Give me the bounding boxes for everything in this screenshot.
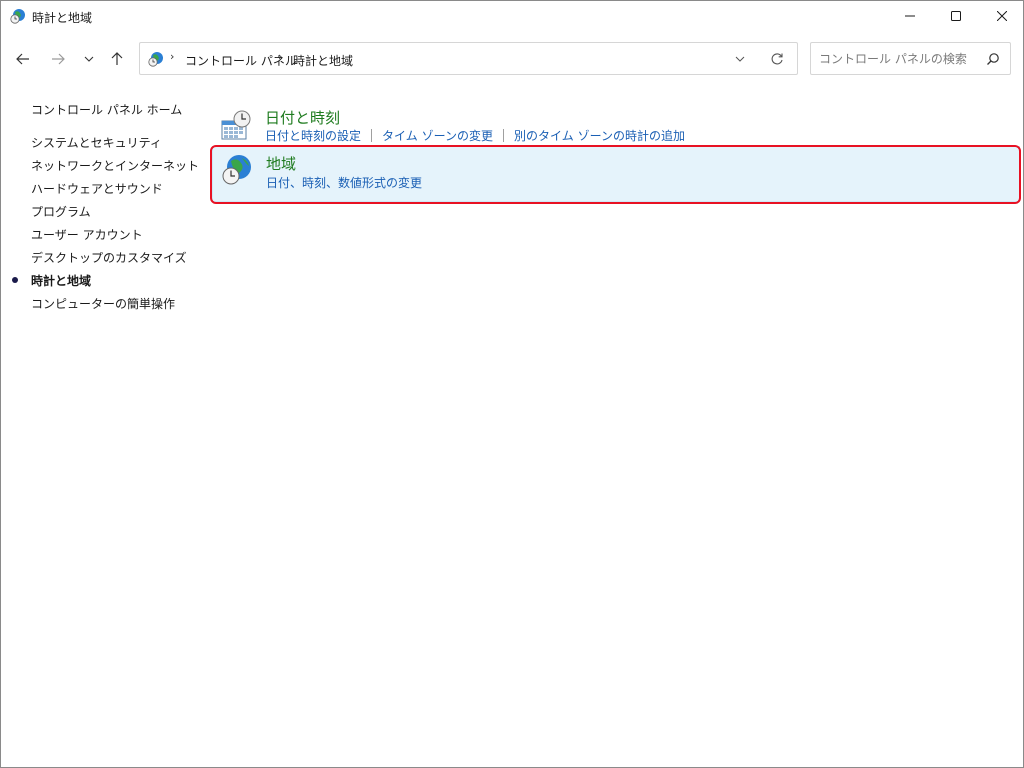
up-button[interactable] [105, 47, 129, 71]
sidebar-item-programs[interactable]: プログラム [31, 203, 91, 220]
refresh-button[interactable] [769, 51, 785, 67]
sidebar-item-ease-of-access[interactable]: コンピューターの簡単操作 [31, 295, 175, 312]
arrow-right-icon [52, 53, 65, 65]
close-button[interactable] [979, 1, 1024, 31]
arrow-left-icon [16, 53, 29, 65]
arrow-up-icon [111, 52, 123, 65]
sidebar-home-link[interactable]: コントロール パネル ホーム [31, 101, 182, 118]
globe-clock-icon [148, 51, 164, 67]
forward-button[interactable] [46, 47, 70, 71]
back-button[interactable] [11, 47, 35, 71]
category-links-date-time: 日付と時刻の設定 タイム ゾーンの変更 別のタイム ゾーンの時計の追加 [265, 127, 685, 144]
link-change-time-zone[interactable]: タイム ゾーンの変更 [382, 127, 493, 144]
category-region[interactable]: 地域 日付、時刻、数値形式の変更 [212, 146, 1020, 202]
minimize-button[interactable] [887, 1, 933, 31]
minimize-icon [905, 15, 915, 17]
sidebar-item-hardware-sound[interactable]: ハードウェアとサウンド [31, 180, 163, 197]
refresh-icon [771, 53, 783, 65]
link-change-formats[interactable]: 日付、時刻、数値形式の変更 [266, 174, 422, 191]
recent-locations-button[interactable] [77, 47, 101, 71]
chevron-right-icon[interactable]: › [278, 50, 282, 63]
category-title-date-time[interactable]: 日付と時刻 [265, 107, 340, 128]
breadcrumb-clock-region[interactable]: 時計と地域 [293, 52, 353, 69]
link-add-clocks[interactable]: 別のタイム ゾーンの時計の追加 [514, 127, 685, 144]
title-bar: 時計と地域 [1, 1, 1023, 31]
link-separator [503, 129, 504, 142]
category-date-time: 日付と時刻 日付と時刻の設定 タイム ゾーンの変更 別のタイム ゾーンの時計の追… [212, 101, 1020, 147]
globe-clock-icon [10, 8, 26, 24]
maximize-button[interactable] [933, 1, 979, 31]
current-page-bullet [12, 277, 18, 283]
link-set-date-time[interactable]: 日付と時刻の設定 [265, 127, 361, 144]
search-input[interactable] [819, 51, 979, 67]
close-icon [997, 11, 1007, 21]
maximize-icon [951, 11, 961, 21]
chevron-down-icon [735, 56, 745, 62]
sidebar-item-system-security[interactable]: システムとセキュリティ [31, 134, 162, 151]
search-box[interactable] [810, 42, 1011, 75]
globe-clock-icon [221, 154, 253, 186]
sidebar-item-personalization[interactable]: デスクトップのカスタマイズ [31, 249, 187, 266]
sidebar-item-clock-region[interactable]: 時計と地域 [31, 272, 91, 289]
category-title-region[interactable]: 地域 [266, 153, 296, 174]
search-icon[interactable] [986, 52, 1000, 66]
sidebar-item-user-accounts[interactable]: ユーザー アカウント [31, 226, 143, 243]
address-bar[interactable]: › コントロール パネル › 時計と地域 [139, 42, 798, 75]
window-title: 時計と地域 [32, 11, 93, 25]
chevron-down-icon [84, 56, 94, 62]
category-links-region: 日付、時刻、数値形式の変更 [266, 174, 422, 191]
link-separator [371, 129, 373, 142]
chevron-right-icon[interactable]: › [170, 50, 174, 63]
control-panel-window: 時計と地域 › コントロール パネル › 時計と地域 コントロール パネルの検索… [0, 0, 1024, 768]
calendar-clock-icon [220, 109, 252, 141]
address-history-button[interactable] [732, 51, 748, 67]
sidebar-item-network[interactable]: ネットワークとインターネット [31, 157, 199, 174]
